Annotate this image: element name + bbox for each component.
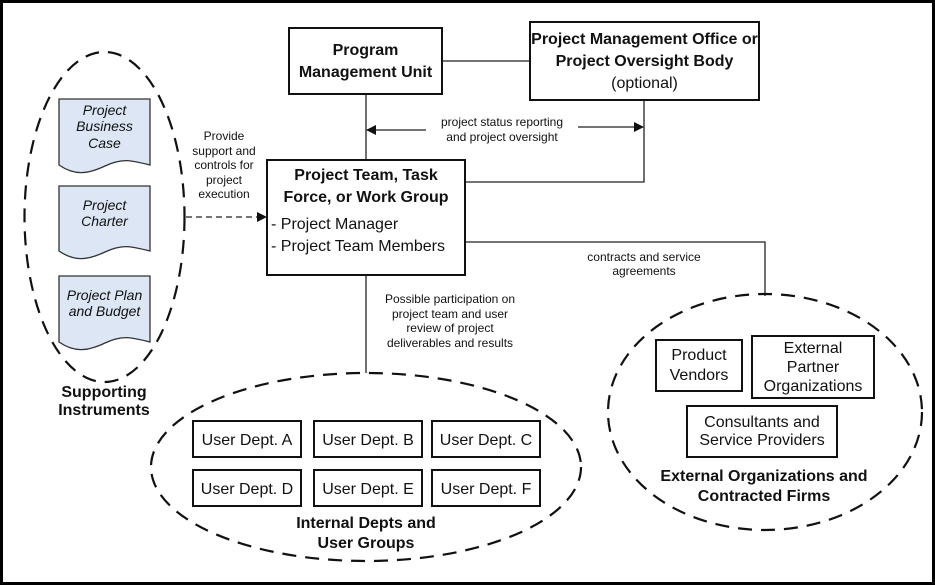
group-label: User Groups — [318, 535, 415, 552]
edge-label-line: support and — [192, 144, 255, 158]
team-title-line: Project Team, Task — [294, 167, 438, 184]
edge-label-line: Possible participation on — [385, 292, 515, 306]
box-label-line: Consultants and — [704, 414, 820, 431]
edge-label-line: agreements — [612, 264, 675, 278]
pmo-label-line: Project Management Office or — [531, 31, 758, 48]
doc-label-line: Project — [83, 102, 128, 118]
team-member-item: - Project Team Members — [271, 238, 445, 255]
edge-label-line: deliverables and results — [387, 336, 513, 350]
box-label-line: Product — [671, 347, 727, 364]
box-label-line: Service Providers — [699, 432, 824, 449]
box-label-line: Vendors — [670, 367, 729, 384]
user-dept-label: User Dept. A — [202, 432, 293, 449]
group-label: Instruments — [58, 402, 150, 419]
group-label: Contracted Firms — [698, 488, 831, 505]
box-label-line: External — [784, 340, 843, 357]
org-diagram: Program Management Unit Project Manageme… — [3, 3, 932, 582]
pmu-label-line: Management Unit — [299, 64, 433, 81]
team-member-item: - Project Manager — [271, 216, 399, 233]
pmo-label-line: Project Oversight Body — [556, 53, 734, 70]
user-dept-label: User Dept. F — [441, 481, 532, 498]
doc-label-line: Project — [83, 197, 128, 213]
user-dept-label: User Dept. C — [440, 432, 532, 449]
doc-label-line: Business — [76, 118, 133, 134]
oversight-label: project status reporting and project ove… — [441, 115, 563, 144]
diagram-frame: Program Management Unit Project Manageme… — [0, 0, 935, 585]
edge-label-line: review of project — [406, 321, 494, 335]
edge-label-line: project team and user — [392, 307, 508, 321]
edge-label-line: project — [206, 173, 243, 187]
doc-label-line: Case — [88, 135, 121, 151]
box-label-line: Partner — [787, 359, 840, 376]
edge-label-line: project status reporting — [441, 115, 563, 129]
team-title-line: Force, or Work Group — [283, 189, 448, 206]
group-label: Internal Depts and — [296, 515, 436, 532]
doc-label-line: Charter — [81, 213, 129, 229]
pmo-optional-label: (optional) — [611, 75, 678, 92]
program-management-unit-box — [288, 27, 443, 95]
doc-label-line: Project Plan — [67, 287, 143, 303]
group-label: Supporting — [61, 384, 146, 401]
box-label-line: Organizations — [764, 378, 863, 395]
user-dept-label: User Dept. B — [322, 432, 414, 449]
edge-label-line: Provide — [204, 129, 245, 143]
edge-label-line: contracts and service — [587, 250, 701, 264]
doc-label-line: and Budget — [69, 303, 142, 319]
edge-label-line: and project oversight — [446, 130, 558, 144]
edge-label-line: execution — [198, 187, 249, 201]
user-dept-label: User Dept. E — [322, 481, 414, 498]
edge-label-line: controls for — [194, 158, 253, 172]
pmu-label-line: Program — [333, 42, 399, 59]
group-label: External Organizations and — [660, 468, 867, 485]
user-dept-label: User Dept. D — [201, 481, 293, 498]
